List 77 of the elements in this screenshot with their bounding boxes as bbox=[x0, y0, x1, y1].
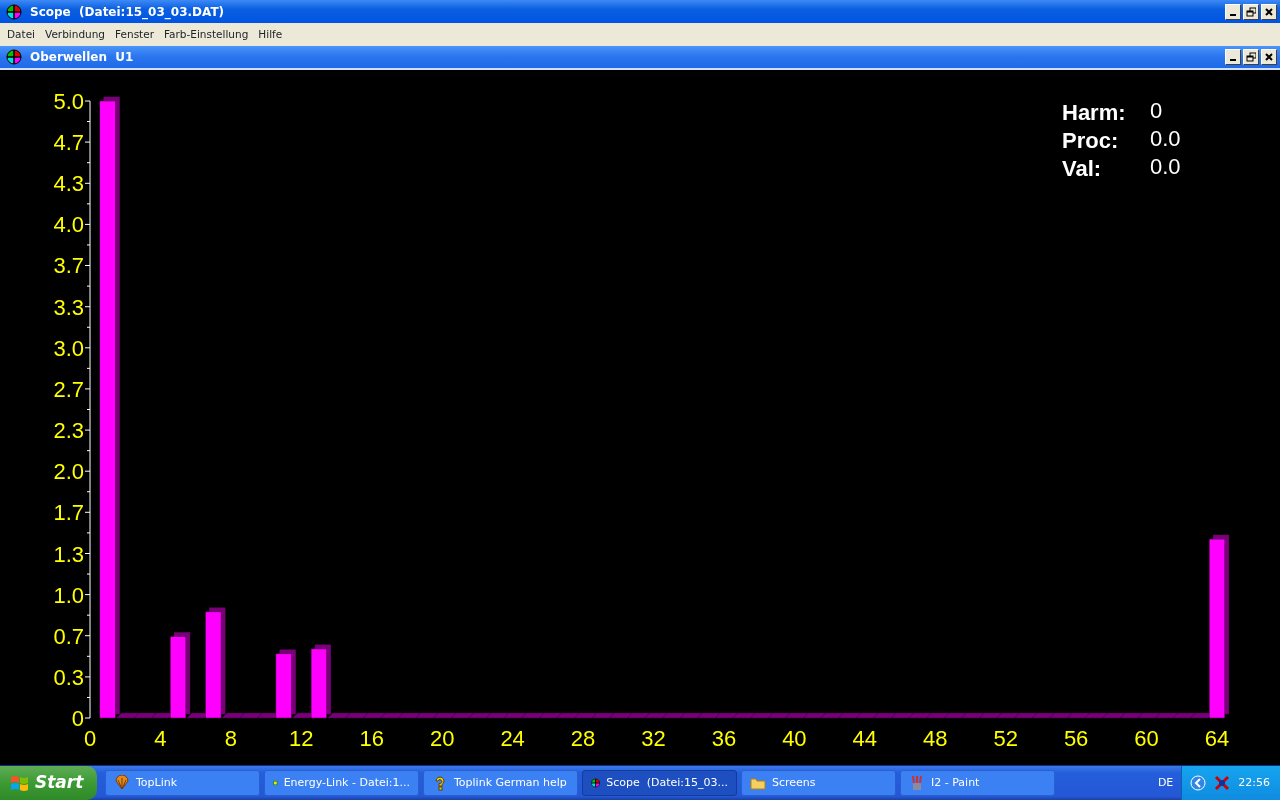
y-tick-label: 1.7 bbox=[53, 500, 84, 526]
y-tick-label: 1.0 bbox=[53, 582, 84, 608]
paint-brushes-icon bbox=[909, 775, 925, 791]
x-tick-label: 40 bbox=[782, 726, 807, 751]
y-tick-label: 2.3 bbox=[53, 418, 84, 444]
y-tick-label: 2.0 bbox=[53, 459, 84, 485]
x-tick-label: 32 bbox=[641, 726, 666, 751]
app-icon bbox=[6, 3, 22, 20]
start-button[interactable]: Start bbox=[0, 766, 97, 800]
menu-item[interactable]: Farb-Einstellung bbox=[159, 26, 254, 43]
taskbar-button[interactable]: Scope (Datei:15_03... bbox=[582, 770, 737, 796]
readout-label: Val: bbox=[1062, 156, 1102, 181]
tray-app-icon bbox=[1214, 775, 1231, 791]
y-tick-label: 4.3 bbox=[53, 171, 84, 197]
minimize-icon bbox=[1230, 59, 1236, 61]
x-tick-label: 8 bbox=[224, 726, 237, 751]
x-tick-label: 24 bbox=[500, 726, 525, 751]
taskbar-button[interactable]: I2 - Paint bbox=[900, 770, 1055, 796]
taskbar-button[interactable]: Screens bbox=[741, 770, 896, 796]
close-icon bbox=[1264, 52, 1274, 62]
menu-item[interactable]: Hilfe bbox=[253, 26, 288, 43]
child-window-title: Oberwellen U1 bbox=[30, 49, 134, 66]
x-tick-label: 4 bbox=[154, 726, 167, 751]
y-tick-label: 1.3 bbox=[53, 541, 84, 567]
taskbar-button[interactable]: Energy-Link - Datei:1... bbox=[264, 770, 419, 796]
y-tick-label: 0 bbox=[71, 706, 84, 731]
y-tick-label: 4.7 bbox=[53, 130, 84, 156]
app-icon bbox=[6, 49, 22, 65]
x-tick-label: 12 bbox=[289, 726, 314, 751]
readout-label: Proc: bbox=[1062, 128, 1119, 153]
taskbar-button[interactable]: Toplink German help bbox=[423, 770, 578, 796]
flag-logo-icon bbox=[10, 774, 30, 792]
y-tick-label: 4.0 bbox=[53, 212, 84, 238]
restore-button[interactable] bbox=[1243, 49, 1259, 65]
minimize-button[interactable] bbox=[1225, 3, 1241, 20]
y-tick-label: 5.0 bbox=[53, 89, 84, 114]
help-icon bbox=[432, 775, 448, 791]
menu-item[interactable]: Datei bbox=[2, 26, 40, 43]
x-tick-label: 52 bbox=[993, 726, 1018, 751]
readout-value: 0 bbox=[1150, 98, 1163, 123]
minimize-icon bbox=[1230, 13, 1236, 16]
close-button[interactable] bbox=[1261, 49, 1277, 65]
shell-icon bbox=[114, 775, 130, 791]
x-tick-label: 44 bbox=[852, 726, 878, 751]
language-indicator[interactable]: DE bbox=[1157, 774, 1174, 792]
close-button[interactable] bbox=[1261, 3, 1277, 20]
x-tick-label: 16 bbox=[359, 726, 384, 751]
restore-icon bbox=[1246, 6, 1256, 17]
restore-icon bbox=[1246, 52, 1256, 62]
chevron-icon bbox=[1190, 775, 1207, 791]
readout-label: Harm: bbox=[1062, 100, 1126, 125]
x-tick-label: 36 bbox=[711, 726, 737, 751]
y-tick-label: 3.3 bbox=[53, 294, 84, 320]
menu-item[interactable]: Fenster bbox=[110, 26, 159, 43]
taskbar-button[interactable]: TopLink bbox=[105, 770, 260, 796]
folder-icon bbox=[750, 775, 766, 791]
window-title: Scope (Datei:15_03_03.DAT) bbox=[30, 3, 225, 21]
minimize-button[interactable] bbox=[1225, 49, 1241, 65]
x-tick-label: 56 bbox=[1063, 726, 1089, 751]
x-tick-label: 48 bbox=[923, 726, 948, 751]
y-tick-label: 0.7 bbox=[53, 623, 84, 649]
x-tick-label: 20 bbox=[429, 726, 455, 751]
x-tick-label: 28 bbox=[570, 726, 596, 751]
readout-value: 0.0 bbox=[1150, 126, 1181, 151]
restore-button[interactable] bbox=[1243, 3, 1259, 20]
y-tick-label: 2.7 bbox=[53, 376, 84, 402]
x-tick-label: 64 bbox=[1204, 726, 1230, 751]
x-tick-label: 0 bbox=[83, 726, 97, 751]
readout-value: 0.0 bbox=[1150, 154, 1181, 179]
app-icon bbox=[591, 775, 601, 791]
menu-item[interactable]: Verbindung bbox=[40, 26, 111, 43]
x-tick-label: 60 bbox=[1134, 726, 1159, 751]
y-tick-label: 3.7 bbox=[53, 253, 84, 279]
close-icon bbox=[1264, 6, 1274, 17]
y-tick-label: 0.3 bbox=[53, 664, 84, 690]
clock: 22:56 bbox=[1238, 774, 1270, 791]
y-tick-label: 3.0 bbox=[53, 335, 84, 361]
